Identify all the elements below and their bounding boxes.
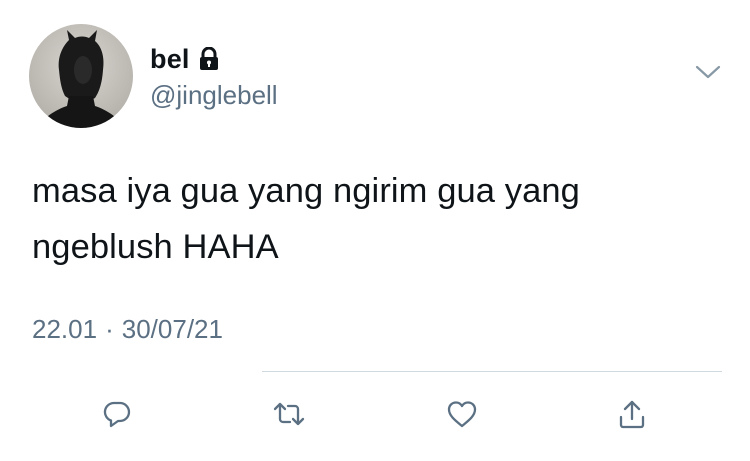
tweet-text-line: ngeblush HAHA xyxy=(32,228,279,266)
user-handle[interactable]: @jinglebell xyxy=(150,80,278,110)
timestamp-separator: · xyxy=(105,314,114,344)
reply-button[interactable] xyxy=(95,392,139,436)
chevron-down-icon xyxy=(695,65,721,79)
avatar-silhouette xyxy=(37,30,125,128)
more-options-button[interactable] xyxy=(694,62,722,82)
comment-icon xyxy=(103,401,131,428)
tweet-text: masa iya gua yang ngirim gua yang ngeblu… xyxy=(32,163,712,275)
like-button[interactable] xyxy=(440,392,484,436)
retweet-icon xyxy=(273,402,305,426)
tweet-card: bel @jinglebell masa iya gua yang ngirim… xyxy=(0,0,750,461)
tweet-date[interactable]: 30/07/21 xyxy=(122,314,223,344)
tweet-text-line: masa iya gua yang ngirim gua yang xyxy=(32,172,580,210)
retweet-button[interactable] xyxy=(267,392,311,436)
display-name[interactable]: bel xyxy=(150,44,220,74)
share-icon xyxy=(619,400,645,429)
tweet-timestamp[interactable]: 22.01 · 30/07/21 xyxy=(32,314,223,344)
avatar[interactable] xyxy=(29,24,133,128)
lock-icon xyxy=(198,46,220,71)
heart-icon xyxy=(447,401,477,428)
share-button[interactable] xyxy=(610,392,654,436)
tweet-actions xyxy=(0,392,750,436)
display-name-text[interactable]: bel xyxy=(150,44,190,74)
tweet-time[interactable]: 22.01 xyxy=(32,314,97,344)
divider xyxy=(262,371,722,372)
